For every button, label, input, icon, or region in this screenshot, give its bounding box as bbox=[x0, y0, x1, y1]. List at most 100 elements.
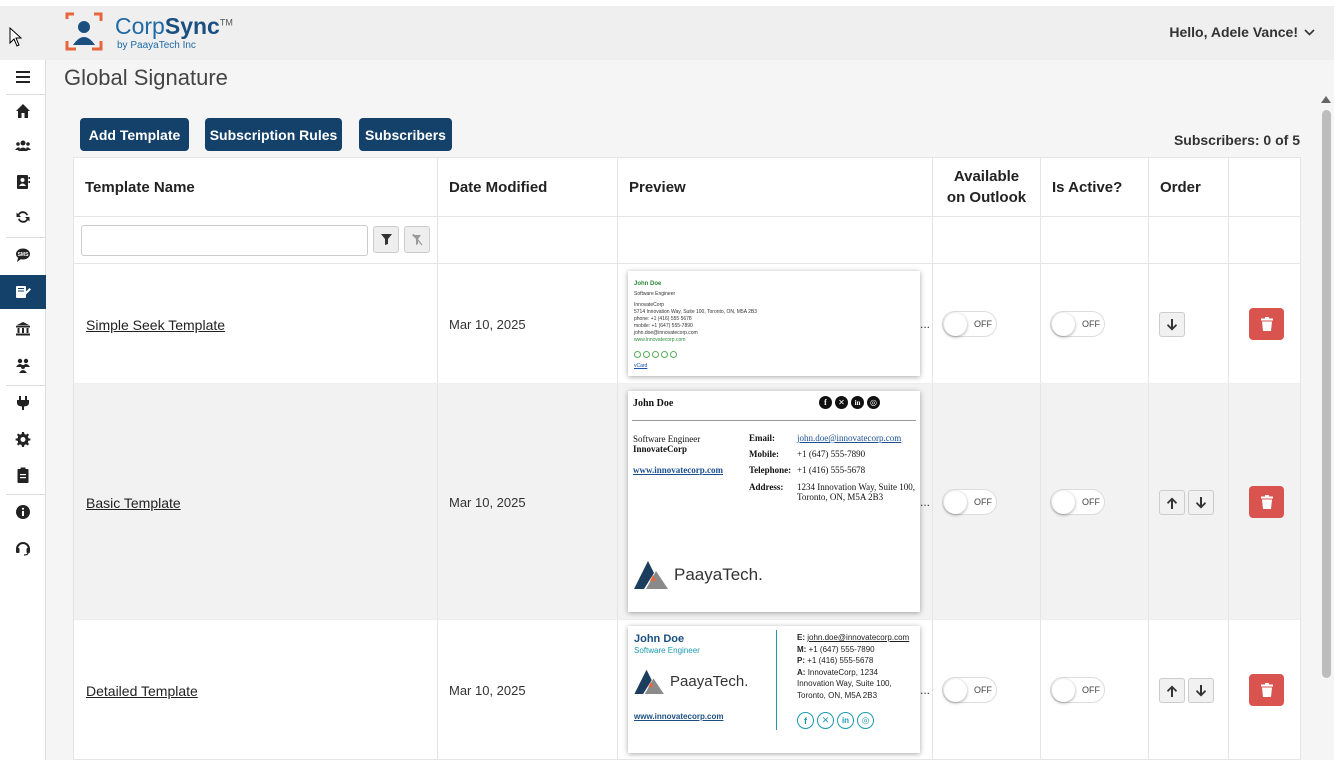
table-row: Detailed Template Mar 10, 2025 John Doe … bbox=[74, 620, 1300, 759]
sidebar-item-institution[interactable] bbox=[0, 312, 46, 346]
subscription-rules-button[interactable]: Subscription Rules bbox=[205, 118, 342, 151]
table-row: Simple Seek Template Mar 10, 2025 John D… bbox=[74, 264, 1300, 384]
trash-icon bbox=[1260, 683, 1273, 697]
sidebar-item-users[interactable] bbox=[0, 129, 46, 163]
column-divider bbox=[617, 620, 618, 759]
clear-filter-button[interactable] bbox=[404, 226, 430, 253]
template-name-filter-input[interactable] bbox=[81, 225, 368, 256]
column-divider bbox=[437, 384, 438, 619]
sidebar-menu-toggle[interactable] bbox=[0, 60, 46, 94]
toggle-knob bbox=[1052, 491, 1075, 514]
user-group-icon bbox=[16, 358, 30, 373]
available-on-outlook-toggle[interactable]: OFF bbox=[942, 677, 997, 703]
template-name-link[interactable]: Detailed Template bbox=[86, 683, 198, 699]
bank-icon bbox=[16, 322, 30, 336]
sidebar-item-reports[interactable] bbox=[0, 458, 46, 492]
column-divider bbox=[932, 620, 933, 759]
signature-preview-basic[interactable]: John Doe f ✕ in ◎ Software Engineer Inno… bbox=[628, 391, 920, 612]
preview-email-label: E: bbox=[797, 633, 805, 642]
add-template-button[interactable]: Add Template bbox=[80, 118, 189, 151]
delete-template-button[interactable] bbox=[1249, 674, 1284, 706]
filter-cell bbox=[1149, 217, 1229, 264]
corpsync-logo[interactable]: CorpSyncTM by PaayaTech Inc bbox=[64, 11, 233, 55]
sidebar-item-signature[interactable] bbox=[0, 275, 46, 309]
preview-phone-line: P: +1 (416) 555-5678 bbox=[797, 655, 909, 667]
scrollbar-thumb[interactable] bbox=[1322, 110, 1331, 678]
column-divider bbox=[1148, 620, 1149, 759]
is-active-toggle[interactable]: OFF bbox=[1050, 311, 1105, 337]
delete-template-button[interactable] bbox=[1249, 486, 1284, 518]
column-header-date-modified[interactable]: Date Modified bbox=[438, 158, 618, 216]
sidebar: SMS bbox=[0, 60, 46, 760]
available-on-outlook-toggle[interactable]: OFF bbox=[942, 489, 997, 515]
preview-telephone-label: Telephone: bbox=[749, 465, 792, 475]
users-icon bbox=[15, 140, 31, 151]
column-header-template-name[interactable]: Template Name bbox=[74, 158, 438, 216]
filter-button[interactable] bbox=[373, 226, 399, 253]
is-active-toggle[interactable]: OFF bbox=[1050, 677, 1105, 703]
available-on-outlook-toggle[interactable]: OFF bbox=[942, 311, 997, 337]
sms-icon: SMS bbox=[16, 248, 30, 262]
sidebar-item-support[interactable] bbox=[0, 531, 46, 565]
filter-icon bbox=[380, 234, 392, 245]
signature-preview-detailed[interactable]: John Doe Software Engineer PaayaTech. ww… bbox=[628, 626, 920, 753]
x-icon: ✕ bbox=[835, 396, 848, 409]
preview-overflow-ellipsis: ... bbox=[920, 683, 931, 697]
preview-address-line3: Toronto, ON, M5A 2B3 bbox=[797, 690, 878, 700]
move-down-button[interactable] bbox=[1188, 678, 1214, 703]
template-name-link[interactable]: Simple Seek Template bbox=[86, 317, 225, 333]
sidebar-item-integrations[interactable] bbox=[0, 386, 46, 420]
move-up-button[interactable] bbox=[1159, 490, 1185, 515]
preview-address-line1: 1234 Innovation Way, Suite 100, bbox=[797, 482, 916, 492]
mouse-cursor-icon bbox=[9, 27, 23, 47]
move-up-button[interactable] bbox=[1159, 678, 1185, 703]
column-header-is-active: Is Active? bbox=[1041, 158, 1149, 216]
sidebar-item-info[interactable] bbox=[0, 495, 46, 529]
signature-preview-simple[interactable]: John Doe Software Engineer InnovateCorp … bbox=[628, 271, 920, 376]
preview-divider bbox=[776, 630, 777, 730]
arrow-up-icon bbox=[1167, 685, 1177, 697]
preview-address-line2: Toronto, ON, M5A 2B3 bbox=[797, 492, 884, 502]
linkedin-icon bbox=[643, 351, 650, 358]
sidebar-item-groups[interactable] bbox=[0, 348, 46, 382]
sidebar-item-settings[interactable] bbox=[0, 422, 46, 456]
preview-address-label: Address: bbox=[749, 482, 784, 492]
column-divider bbox=[617, 384, 618, 619]
is-active-toggle[interactable]: OFF bbox=[1050, 489, 1105, 515]
sidebar-item-sms[interactable]: SMS bbox=[0, 238, 46, 272]
toggle-knob bbox=[1052, 313, 1075, 336]
sidebar-item-contacts[interactable] bbox=[0, 165, 46, 199]
column-divider bbox=[1148, 264, 1149, 383]
move-down-button[interactable] bbox=[1188, 490, 1214, 515]
column-header-available-on-outlook: Available on Outlook bbox=[933, 158, 1041, 216]
user-menu[interactable]: Hello, Adele Vance! bbox=[1169, 24, 1315, 40]
template-name-link[interactable]: Basic Template bbox=[86, 495, 181, 511]
subscriber-count: Subscribers: 0 of 5 bbox=[1173, 132, 1300, 148]
move-down-button[interactable] bbox=[1159, 312, 1185, 337]
templates-table: Template Name Date Modified Preview Avai… bbox=[73, 157, 1301, 760]
preview-mobile-label: M: bbox=[797, 644, 807, 654]
toggle-label: OFF bbox=[1082, 319, 1100, 329]
toggle-knob bbox=[1052, 679, 1075, 702]
corpsync-logo-icon bbox=[65, 12, 103, 51]
filter-cell bbox=[438, 217, 618, 264]
preview-mobile: +1 (647) 555-7890 bbox=[797, 449, 866, 459]
chevron-down-icon bbox=[1304, 28, 1315, 36]
preview-address-label: A: bbox=[797, 667, 806, 677]
date-modified: Mar 10, 2025 bbox=[449, 683, 526, 698]
preview-email-line: E: john.doe@innovatecorp.com bbox=[797, 632, 909, 644]
header-available-line2: on Outlook bbox=[946, 189, 1027, 206]
preview-divider bbox=[632, 420, 916, 421]
scroll-up-arrow-icon[interactable] bbox=[1321, 96, 1331, 103]
preview-website: www.innovatecorp.com bbox=[634, 712, 724, 721]
logo-wordmark: CorpSyncTM bbox=[115, 13, 233, 39]
preview-email: john.doe@innovatecorp.com bbox=[797, 433, 902, 443]
filter-cell bbox=[1041, 217, 1149, 264]
sidebar-item-sync[interactable] bbox=[0, 200, 46, 234]
subscribers-button[interactable]: Subscribers bbox=[359, 118, 452, 151]
sidebar-item-home[interactable] bbox=[0, 94, 46, 128]
preview-address-line1: InnovateCorp, 1234 bbox=[807, 667, 878, 677]
delete-template-button[interactable] bbox=[1249, 308, 1284, 340]
facebook-icon: f bbox=[819, 396, 832, 409]
preview-phone: +1 (416) 555-5678 bbox=[807, 656, 874, 665]
